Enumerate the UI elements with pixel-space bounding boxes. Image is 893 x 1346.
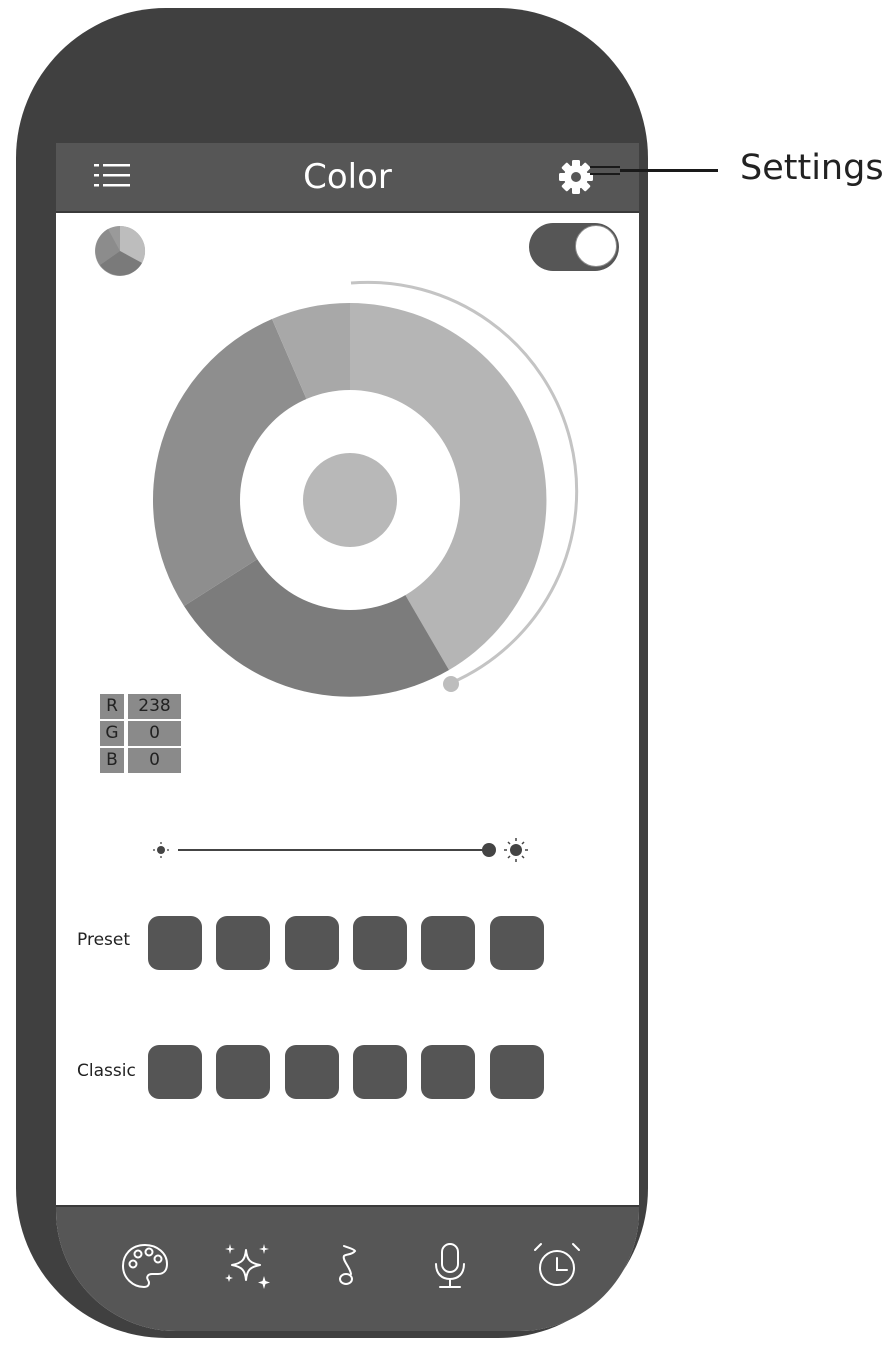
classic-swatch[interactable] bbox=[421, 1045, 475, 1099]
brightness-high-icon bbox=[504, 838, 528, 862]
classic-swatch[interactable] bbox=[353, 1045, 407, 1099]
hue-slider-handle bbox=[443, 676, 459, 692]
settings-callout-label: Settings bbox=[740, 148, 884, 188]
preset-swatch[interactable] bbox=[148, 916, 202, 970]
sparkles-icon[interactable] bbox=[222, 1240, 274, 1292]
brightness-low-icon bbox=[153, 842, 169, 858]
top-bar: Color bbox=[56, 143, 639, 213]
color-mode-icon[interactable] bbox=[94, 225, 146, 277]
classic-label: Classic bbox=[77, 1061, 136, 1081]
toggle-knob bbox=[575, 225, 617, 267]
classic-swatch[interactable] bbox=[148, 1045, 202, 1099]
blue-label: B bbox=[100, 748, 124, 773]
green-value: 0 bbox=[128, 721, 181, 746]
callout-connector bbox=[590, 166, 718, 175]
microphone-icon[interactable] bbox=[424, 1240, 476, 1292]
app-screen: Color R 238 G 0 B 0 Preset Classic bbox=[56, 143, 639, 1331]
bottom-tab-bar bbox=[56, 1205, 639, 1331]
preset-label: Preset bbox=[77, 930, 131, 950]
red-value: 238 bbox=[128, 694, 181, 719]
preset-swatch[interactable] bbox=[353, 916, 407, 970]
classic-swatch[interactable] bbox=[216, 1045, 270, 1099]
red-label: R bbox=[100, 694, 124, 719]
preset-swatch[interactable] bbox=[216, 916, 270, 970]
alarm-clock-icon[interactable] bbox=[531, 1240, 583, 1292]
color-wheel[interactable] bbox=[146, 273, 586, 713]
power-toggle[interactable] bbox=[529, 223, 619, 271]
music-note-icon[interactable] bbox=[322, 1240, 374, 1292]
classic-swatch[interactable] bbox=[490, 1045, 544, 1099]
gear-icon[interactable] bbox=[558, 159, 594, 195]
classic-swatch[interactable] bbox=[285, 1045, 339, 1099]
preset-swatch[interactable] bbox=[490, 916, 544, 970]
preset-swatch[interactable] bbox=[421, 916, 475, 970]
brightness-handle bbox=[482, 843, 496, 857]
palette-icon[interactable] bbox=[119, 1240, 171, 1292]
brightness-slider[interactable] bbox=[146, 833, 546, 867]
preset-swatch[interactable] bbox=[285, 916, 339, 970]
selected-color-preview bbox=[303, 453, 397, 547]
green-label: G bbox=[100, 721, 124, 746]
page-title: Color bbox=[303, 157, 392, 197]
blue-value: 0 bbox=[128, 748, 181, 773]
phone-frame: Color R 238 G 0 B 0 Preset Classic bbox=[16, 8, 648, 1338]
